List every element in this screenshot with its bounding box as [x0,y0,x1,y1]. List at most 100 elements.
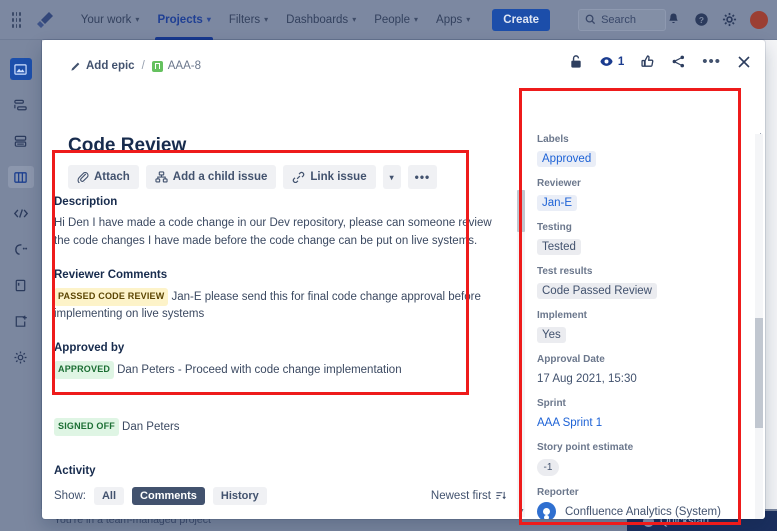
action-caret-button[interactable]: ▾ [383,165,401,189]
main-scrollbar[interactable]: ▼ [512,188,530,519]
nav-item-dashboards[interactable]: Dashboards ▾ [278,0,364,40]
settings-gear-icon[interactable] [722,12,737,27]
tab-history[interactable]: History [213,487,267,505]
backlog-icon [13,134,28,149]
eye-watch-icon [599,54,614,69]
reviewer-comments-section: Reviewer Comments PASSED CODE REVIEWJan-… [54,269,506,325]
field-label: Implement [537,310,755,321]
nav-item-people[interactable]: People ▾ [366,0,426,40]
issue-detail-modal: Add epic / AAA-8 1 ••• [42,40,765,519]
pencil-icon [70,61,81,72]
issue-action-buttons: Attach Add a child issue Link issue ▾ ••… [68,165,437,189]
sidebar-item-backlog[interactable] [8,130,34,152]
nav-item-apps[interactable]: Apps ▾ [428,0,478,40]
sidebar-item-roadmap[interactable] [8,94,34,116]
field-value[interactable]: Approved [537,151,596,167]
scrollbar-thumb[interactable] [517,190,525,232]
svg-text:?: ? [699,15,704,25]
field-story-point-estimate: Story point estimate -1 [537,442,755,476]
approved-by-text[interactable]: APPROVEDDan Peters - Proceed with code c… [54,361,506,380]
nav-label: Projects [157,14,202,26]
more-actions-icon[interactable]: ••• [702,58,721,66]
top-navigation-bar: Your work ▾ Projects ▾ Filters ▾ Dashboa… [0,0,777,40]
link-issue-button[interactable]: Link issue [283,165,375,189]
search-placeholder: Search [601,14,636,26]
field-value[interactable]: Code Passed Review [537,283,657,299]
nav-item-your-work[interactable]: Your work ▾ [73,0,148,40]
search-icon [585,14,596,25]
thumbs-up-icon[interactable] [640,54,655,69]
tab-comments[interactable]: Comments [132,487,205,505]
sidebar-item-board[interactable] [8,166,34,188]
jira-logo-icon[interactable] [35,10,55,30]
description-section: Description Hi Den I have made a code ch… [54,196,506,251]
sidebar-item-code[interactable] [8,202,34,224]
project-avatar-icon[interactable] [10,58,32,80]
child-issue-icon [155,171,168,183]
field-label: Testing [537,222,755,233]
description-text[interactable]: Hi Den I have made a code change in our … [54,215,506,251]
field-value[interactable]: AAA Sprint 1 [537,417,602,429]
chevron-down-icon: ▾ [135,15,139,24]
add-child-issue-button[interactable]: Add a child issue [146,165,277,189]
field-testing: Testing Tested [537,222,755,255]
sidebar-item-project-settings[interactable] [8,346,34,368]
signed-off-text[interactable]: SIGNED OFFDan Peters [54,418,506,437]
sidebar-item-releases[interactable] [8,238,34,260]
field-value[interactable]: 17 Aug 2021, 15:30 [537,373,637,385]
link-issue-label: Link issue [310,171,366,183]
user-avatar[interactable] [750,11,768,29]
watch-count: 1 [618,56,624,68]
create-button[interactable]: Create [492,9,550,31]
sort-order-button[interactable]: Newest first [431,490,506,502]
reporter-value[interactable]: Confluence Analytics (System) [537,502,755,519]
details-scrollbar-thumb[interactable] [755,318,763,428]
nav-label: Dashboards [286,14,348,26]
field-value[interactable]: Tested [537,239,581,255]
close-icon[interactable] [737,55,751,69]
breadcrumb-separator: / [142,60,145,72]
app-switcher-icon[interactable] [12,12,21,28]
approved-by-heading: Approved by [54,342,506,354]
field-value[interactable]: Yes [537,327,566,343]
watch-control[interactable]: 1 [599,54,624,69]
breadcrumb-issue-key[interactable]: AAA-8 [152,60,201,72]
nav-item-filters[interactable]: Filters ▾ [221,0,276,40]
nav-label: Your work [81,14,132,26]
field-label: Approval Date [537,354,755,365]
add-child-issue-label: Add a child issue [173,171,268,183]
attach-button[interactable]: Attach [68,165,139,189]
field-value[interactable]: -1 [537,459,559,476]
reviewer-comments-text[interactable]: PASSED CODE REVIEWJan-E please send this… [54,288,506,325]
field-reviewer: Reviewer Jan-E [537,178,755,211]
sidebar-item-add-shortcut[interactable] [8,310,34,332]
field-value[interactable]: Jan-E [537,195,577,211]
field-labels: Labels Approved [537,134,755,167]
chevron-down-icon: ▾ [390,173,394,182]
code-icon [13,206,29,221]
share-icon[interactable] [671,54,686,69]
project-pages-icon [13,278,28,293]
nav-item-projects[interactable]: Projects ▾ [149,0,218,40]
attach-label: Attach [94,171,130,183]
reviewer-comments-heading: Reviewer Comments [54,269,506,281]
field-sprint: Sprint AAA Sprint 1 [537,398,755,431]
field-test-results: Test results Code Passed Review [537,266,755,299]
add-epic-button[interactable]: Add epic [70,60,135,72]
scrollbar-track[interactable] [517,190,525,517]
add-shortcut-icon [13,314,28,329]
scrollbar-down-arrow[interactable]: ▼ [516,506,527,517]
avatar [537,502,556,519]
help-icon[interactable]: ? [694,12,709,27]
nav-items: Your work ▾ Projects ▾ Filters ▾ Dashboa… [73,0,479,40]
activity-section: Activity Show: All Comments History Newe… [54,465,506,519]
action-more-button[interactable]: ••• [408,165,438,189]
issue-main-column: Description Hi Den I have made a code ch… [42,188,512,519]
sidebar-item-project-pages[interactable] [8,274,34,296]
status-badge: SIGNED OFF [54,418,119,436]
notifications-bell-icon[interactable] [666,12,681,27]
search-input[interactable]: Search [578,9,666,31]
unlocked-padlock-icon[interactable] [569,54,583,69]
tab-all[interactable]: All [94,487,124,505]
sort-descending-icon [495,490,506,501]
